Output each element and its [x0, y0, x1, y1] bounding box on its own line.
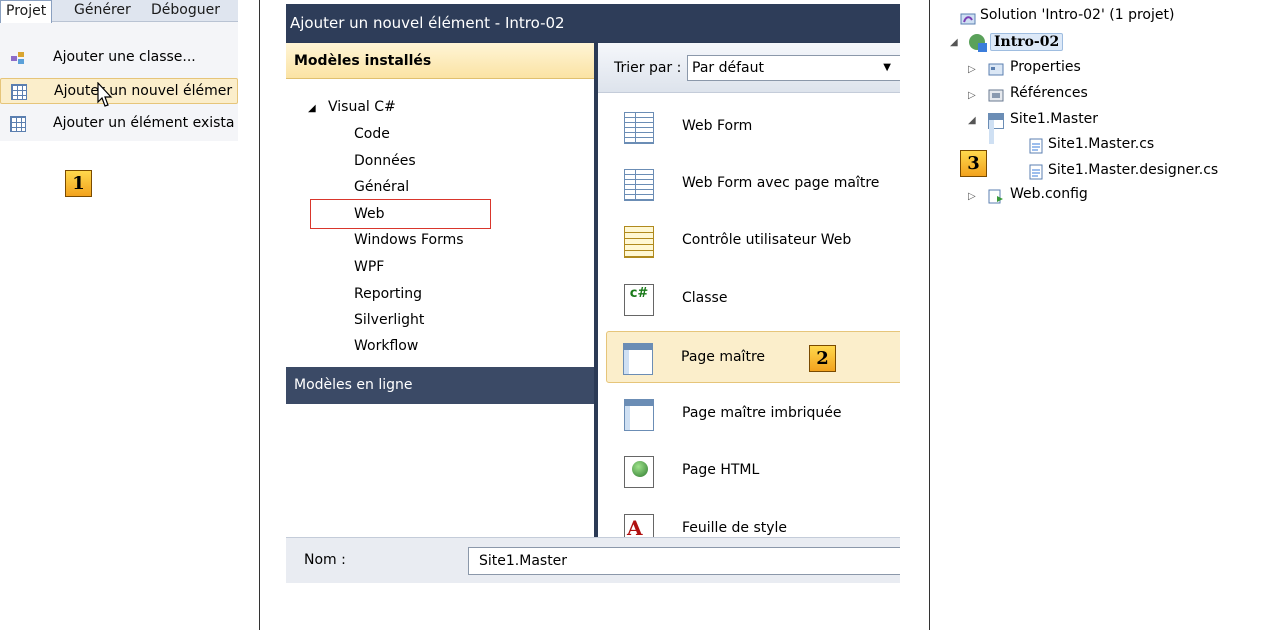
step-badge-3: 3	[960, 150, 987, 177]
sort-label: Trier par :	[614, 60, 682, 76]
csharp-file-icon	[1028, 138, 1044, 154]
web-config-node[interactable]: Web.config	[1010, 186, 1088, 202]
solution-node[interactable]: Solution 'Intro-02' (1 projet)	[980, 7, 1174, 23]
expand-arrow-icon[interactable]: ▷	[968, 191, 976, 202]
references-icon	[988, 87, 1004, 103]
template-label: Page HTML	[682, 462, 760, 478]
template-label: Classe	[682, 290, 728, 306]
template-web-form[interactable]: Web Form	[608, 101, 900, 153]
sort-bar: Trier par : Par défaut ▼	[598, 43, 900, 93]
collapse-arrow-icon[interactable]: ◢	[950, 37, 958, 48]
name-input[interactable]: Site1.Master	[468, 547, 900, 575]
category-workflow[interactable]: Workflow	[354, 338, 418, 354]
template-label: Feuille de style	[682, 520, 788, 536]
template-style-sheet[interactable]: A Feuille de style	[608, 503, 900, 537]
project-menu-panel: Projet Générer Déboguer Ajouter une clas…	[0, 0, 238, 141]
installed-templates-header[interactable]: Modèles installés	[286, 43, 594, 79]
project-node[interactable]: Intro-02	[990, 33, 1064, 51]
menu-item-add-new-item[interactable]: Ajouter un nouvel élémer	[0, 78, 238, 107]
template-html-page[interactable]: Page HTML	[608, 445, 900, 497]
expand-arrow-icon[interactable]: ▷	[968, 90, 976, 101]
template-label: Page maître	[681, 349, 765, 365]
menu-item-label: Ajouter un élément exista	[53, 115, 235, 131]
template-user-control[interactable]: Contrôle utilisateur Web	[608, 215, 900, 267]
add-class-icon	[10, 50, 26, 66]
user-control-icon	[624, 226, 654, 258]
solution-explorer: Solution 'Intro-02' (1 projet) ◢ Intro-0…	[940, 0, 1266, 220]
web-form-master-icon	[624, 169, 654, 201]
template-class[interactable]: c# Classe	[608, 273, 900, 325]
menu-generer[interactable]: Générer	[74, 0, 131, 22]
template-master-page[interactable]: Page maître 2	[606, 331, 900, 383]
category-donnees[interactable]: Données	[354, 153, 416, 169]
site-master-node[interactable]: Site1.Master	[1010, 111, 1098, 127]
new-item-icon	[11, 84, 27, 100]
mouse-cursor-icon	[97, 82, 113, 107]
properties-icon	[988, 61, 1004, 77]
category-general[interactable]: Général	[354, 179, 409, 195]
menu-projet[interactable]: Projet	[0, 0, 53, 23]
step-badge-1: 1	[65, 170, 92, 197]
nested-master-page-icon	[624, 399, 654, 431]
expand-arrow-icon[interactable]: ▷	[968, 64, 976, 75]
template-label: Page maître imbriquée	[682, 405, 842, 421]
style-sheet-icon: A	[624, 514, 654, 537]
master-page-icon	[623, 343, 653, 375]
name-label: Nom :	[304, 552, 346, 568]
template-label: Web Form	[682, 118, 753, 134]
divider-left	[259, 0, 260, 630]
category-silverlight[interactable]: Silverlight	[354, 312, 424, 328]
template-web-form-master[interactable]: Web Form avec page maître	[608, 158, 900, 210]
menu-item-label: Ajouter une classe...	[53, 49, 196, 65]
add-new-item-dialog: Ajouter un nouvel élément - Intro-02 Mod…	[286, 4, 900, 583]
online-templates-header[interactable]: Modèles en ligne	[286, 367, 594, 404]
expand-arrow-icon[interactable]: ◢	[308, 103, 316, 114]
master-page-icon	[988, 113, 1004, 144]
menu-item-add-class[interactable]: Ajouter une classe...	[0, 45, 238, 71]
menu-item-label: Ajouter un nouvel élémer	[54, 83, 233, 99]
web-form-icon	[624, 112, 654, 144]
divider-right	[929, 0, 930, 630]
step-badge-2: 2	[809, 345, 836, 372]
category-web[interactable]: Web	[354, 206, 385, 222]
template-label: Web Form avec page maître	[682, 175, 880, 191]
category-windows-forms[interactable]: Windows Forms	[354, 232, 464, 248]
collapse-arrow-icon[interactable]: ◢	[968, 115, 976, 126]
csharp-class-icon: c#	[624, 284, 654, 316]
site-master-designer-node[interactable]: Site1.Master.designer.cs	[1048, 162, 1218, 178]
template-label: Contrôle utilisateur Web	[682, 232, 852, 248]
name-bar: Nom : Site1.Master	[286, 537, 900, 583]
project-icon	[968, 33, 988, 53]
config-file-icon	[988, 188, 1004, 204]
existing-item-icon	[10, 116, 26, 132]
chevron-down-icon: ▼	[883, 62, 891, 73]
category-code[interactable]: Code	[354, 126, 390, 142]
template-categories-pane: Modèles installés ◢ Visual C# Code Donné…	[286, 43, 594, 537]
csharp-file-icon	[1028, 164, 1044, 180]
templates-pane: Trier par : Par défaut ▼ Web Form Web Fo…	[598, 43, 900, 537]
properties-node[interactable]: Properties	[1010, 59, 1081, 75]
sort-dropdown[interactable]: Par défaut ▼	[687, 55, 900, 81]
menu-deboguer[interactable]: Déboguer	[151, 0, 220, 22]
references-node[interactable]: Références	[1010, 85, 1088, 101]
tree-root-visual-csharp[interactable]: Visual C#	[328, 99, 396, 115]
category-wpf[interactable]: WPF	[354, 259, 384, 275]
online-templates-area	[286, 404, 594, 537]
sort-value: Par défaut	[692, 60, 764, 76]
highlight-box	[310, 199, 491, 229]
html-page-icon	[624, 456, 654, 488]
site-master-cs-node[interactable]: Site1.Master.cs	[1048, 136, 1154, 152]
menu-item-add-existing-item[interactable]: Ajouter un élément exista	[0, 111, 238, 137]
solution-icon	[960, 10, 976, 26]
dialog-title: Ajouter un nouvel élément - Intro-02	[286, 4, 900, 42]
menu-bar: Projet Générer Déboguer	[0, 0, 238, 23]
template-nested-master-page[interactable]: Page maître imbriquée	[608, 388, 900, 440]
category-reporting[interactable]: Reporting	[354, 286, 422, 302]
